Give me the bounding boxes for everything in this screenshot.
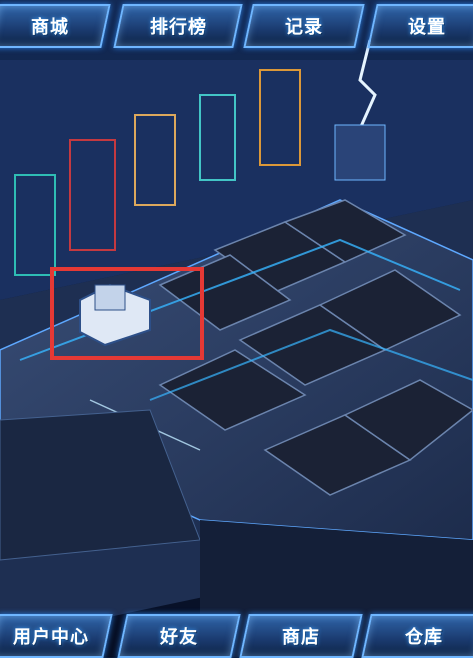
shop-label: 商城 <box>31 17 69 38</box>
user-center-label: 用户中心 <box>12 627 89 648</box>
records-button[interactable]: 记录 <box>243 4 365 48</box>
friends-label: 好友 <box>160 627 198 648</box>
friends-button[interactable]: 好友 <box>117 614 241 658</box>
store-label: 商店 <box>282 627 320 648</box>
records-label: 记录 <box>285 17 323 38</box>
settings-label: 设置 <box>407 17 446 38</box>
ranking-button[interactable]: 排行榜 <box>113 4 243 48</box>
warehouse-button[interactable]: 仓库 <box>361 614 473 658</box>
shop-button[interactable]: 商城 <box>0 4 111 48</box>
settings-button[interactable]: 设置 <box>367 4 473 48</box>
store-button[interactable]: 商店 <box>239 614 363 658</box>
user-center-button[interactable]: 用户中心 <box>0 614 113 658</box>
ranking-label: 排行榜 <box>149 17 207 38</box>
selection-highlight[interactable] <box>50 267 204 360</box>
warehouse-label: 仓库 <box>404 627 443 648</box>
